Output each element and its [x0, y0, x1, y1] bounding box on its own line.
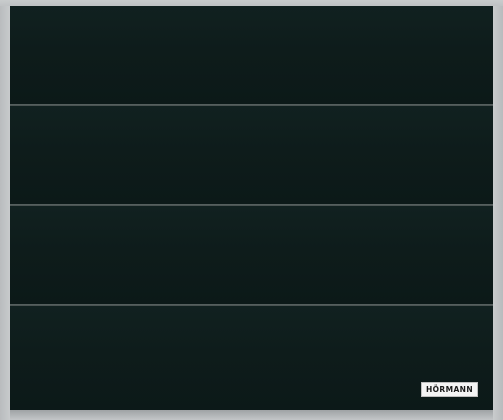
bottom-seal — [10, 410, 493, 420]
door-panel — [10, 6, 493, 104]
door-panel — [10, 106, 493, 204]
brand-logo-badge: HÖRMANN — [421, 382, 478, 397]
brand-logo-text: HÖRMANN — [425, 384, 474, 394]
door-panel — [10, 206, 493, 304]
garage-door — [10, 6, 493, 410]
door-frame: HÖRMANN — [0, 0, 503, 420]
